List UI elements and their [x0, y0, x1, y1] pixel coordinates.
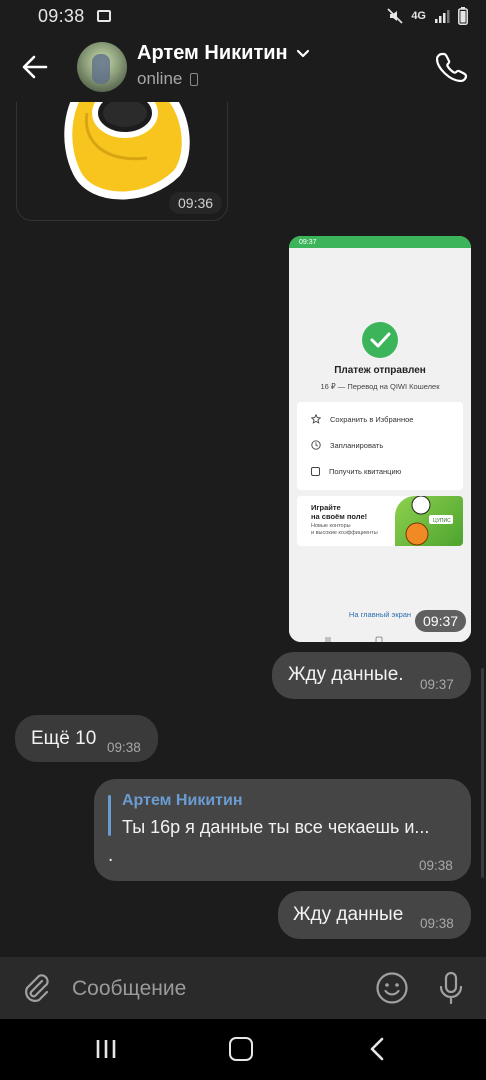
battery-icon [458, 7, 468, 25]
outgoing-message[interactable]: Жду данные. 09:37 [272, 652, 471, 699]
message-time: 09:37 [420, 677, 454, 692]
system-nav-bar [0, 1019, 486, 1080]
emoji-icon[interactable] [375, 971, 409, 1005]
status-time: 09:38 [38, 5, 85, 26]
action-receipt: Получить квитанцию [311, 467, 401, 476]
recent-apps-icon[interactable] [94, 1038, 118, 1060]
message-text: . [108, 845, 114, 866]
outgoing-reply-message[interactable]: Артем Никитин Ты 16р я данные ты все чек… [94, 779, 471, 881]
chat-header: Артем Никитин online [0, 32, 486, 102]
promo-art: ЦУПИС [395, 496, 463, 546]
outgoing-message[interactable]: Жду данные 09:38 [278, 891, 471, 939]
payment-screenshot: Платеж отправлен 16 ₽ — Перевод на QIWI … [289, 248, 471, 642]
contact-status: online [137, 69, 199, 89]
promo-subtitle: Новые конторы и высокие коэффициенты [311, 523, 378, 536]
contact-avatar[interactable] [77, 42, 127, 92]
contact-status-text: online [137, 69, 183, 88]
back-arrow-icon[interactable] [20, 52, 50, 82]
sticker-message[interactable]: 09:36 [16, 102, 228, 221]
scrollbar[interactable] [481, 668, 484, 878]
message-time: 09:38 [419, 858, 453, 873]
message-time: 09:38 [420, 916, 454, 931]
reply-preview-text: Ты 16р я данные ты все чекаешь и... [122, 817, 430, 837]
contact-name[interactable]: Артем Никитин [137, 42, 310, 65]
action-schedule: Запланировать [311, 440, 383, 450]
promo-banner: Играйте на своём поле! Новые конторы и в… [297, 496, 463, 546]
success-check-icon [362, 322, 398, 358]
promo-title: Играйте на своём поле! [311, 503, 368, 521]
chevron-down-icon [296, 49, 309, 57]
image-message[interactable]: 09:37 Платеж отправлен 16 ₽ — Перевод на… [289, 236, 471, 642]
inner-status-time: 09:37 [299, 238, 317, 246]
receipt-icon [311, 467, 320, 476]
network-type: 4G [411, 10, 426, 22]
phone-call-icon[interactable] [436, 50, 468, 82]
paperclip-icon[interactable] [20, 972, 52, 1004]
message-time: 09:36 [169, 192, 223, 214]
promo-badge: ЦУПИС [433, 518, 451, 524]
payment-actions: Сохранить в Избранное Запланировать Полу… [297, 402, 463, 490]
star-icon [311, 414, 321, 424]
mute-icon [387, 8, 403, 24]
clock-icon [311, 440, 321, 450]
inner-nav-bar [289, 632, 471, 642]
incoming-message[interactable]: Ещё 10 09:38 [15, 715, 158, 762]
payment-subtitle: 16 ₽ — Перевод на QIWI Кошелек [320, 382, 440, 391]
reply-author: Артем Никитин [122, 792, 243, 809]
inner-status-bar: 09:37 [289, 236, 471, 248]
home-button-icon[interactable] [229, 1037, 253, 1061]
message-input[interactable] [72, 975, 362, 1003]
gallery-notification-icon [96, 10, 111, 22]
reply-accent-bar [108, 795, 111, 836]
image-message-time: 09:37 [415, 610, 467, 632]
mobile-device-icon [190, 72, 199, 86]
composer [0, 957, 486, 1019]
microphone-icon[interactable] [438, 971, 464, 1005]
action-favorite: Сохранить в Избранное [311, 414, 413, 424]
nav-back-icon[interactable] [368, 1037, 386, 1061]
payment-title: Платеж отправлен [334, 365, 426, 376]
status-bar: 09:38 4G [0, 0, 486, 32]
message-text: Жду данные [293, 904, 404, 925]
contact-name-text: Артем Никитин [137, 42, 288, 64]
message-text: Ещё 10 [31, 728, 97, 749]
message-time: 09:38 [107, 740, 141, 755]
message-list[interactable]: 09:36 09:37 Платеж отправлен 16 ₽ — Пере… [0, 102, 486, 957]
signal-icon [435, 10, 450, 23]
message-text: Жду данные. [288, 664, 404, 685]
status-icons: 4G [387, 7, 468, 25]
